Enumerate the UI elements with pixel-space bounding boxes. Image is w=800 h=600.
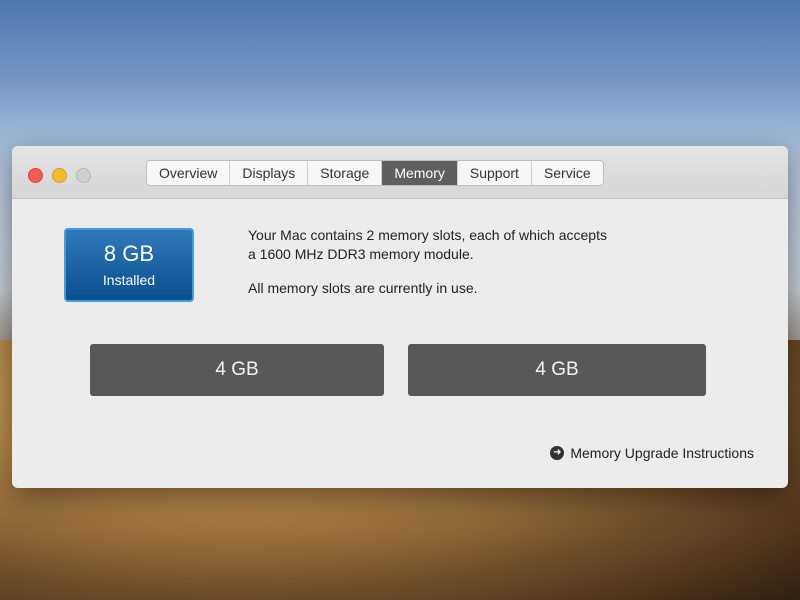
arrow-circle-right-icon: ➜ (550, 446, 565, 460)
tab-displays[interactable]: Displays (230, 161, 309, 185)
memory-info-text: Your Mac contains 2 memory slots, each o… (248, 226, 728, 298)
memory-slot-1: 4 GB (90, 344, 384, 396)
memory-upgrade-link[interactable]: ➜ Memory Upgrade Instructions (550, 445, 754, 461)
info-line-1: Your Mac contains 2 memory slots, each o… (248, 227, 607, 243)
about-this-mac-window: Overview Displays Storage Memory Support… (12, 146, 788, 488)
tab-bar: Overview Displays Storage Memory Support… (146, 160, 604, 186)
memory-upgrade-label: Memory Upgrade Instructions (570, 445, 754, 461)
tab-overview[interactable]: Overview (147, 161, 231, 185)
info-line-2: a 1600 MHz DDR3 memory module. (248, 246, 474, 262)
tab-service[interactable]: Service (532, 161, 603, 185)
tab-support[interactable]: Support (458, 161, 532, 185)
close-button[interactable] (28, 168, 43, 183)
memory-installed-label: Installed (102, 272, 156, 288)
info-line-3: All memory slots are currently in use. (248, 280, 478, 296)
memory-total-size: 8 GB (103, 241, 155, 266)
minimize-button[interactable] (52, 168, 67, 183)
memory-total-badge: 8 GB Installed (64, 228, 194, 302)
title-bar: Overview Displays Storage Memory Support… (12, 146, 788, 199)
memory-slot-2: 4 GB (408, 344, 706, 396)
tab-storage[interactable]: Storage (308, 161, 383, 185)
tab-memory[interactable]: Memory (382, 161, 458, 185)
zoom-button[interactable] (76, 168, 91, 183)
